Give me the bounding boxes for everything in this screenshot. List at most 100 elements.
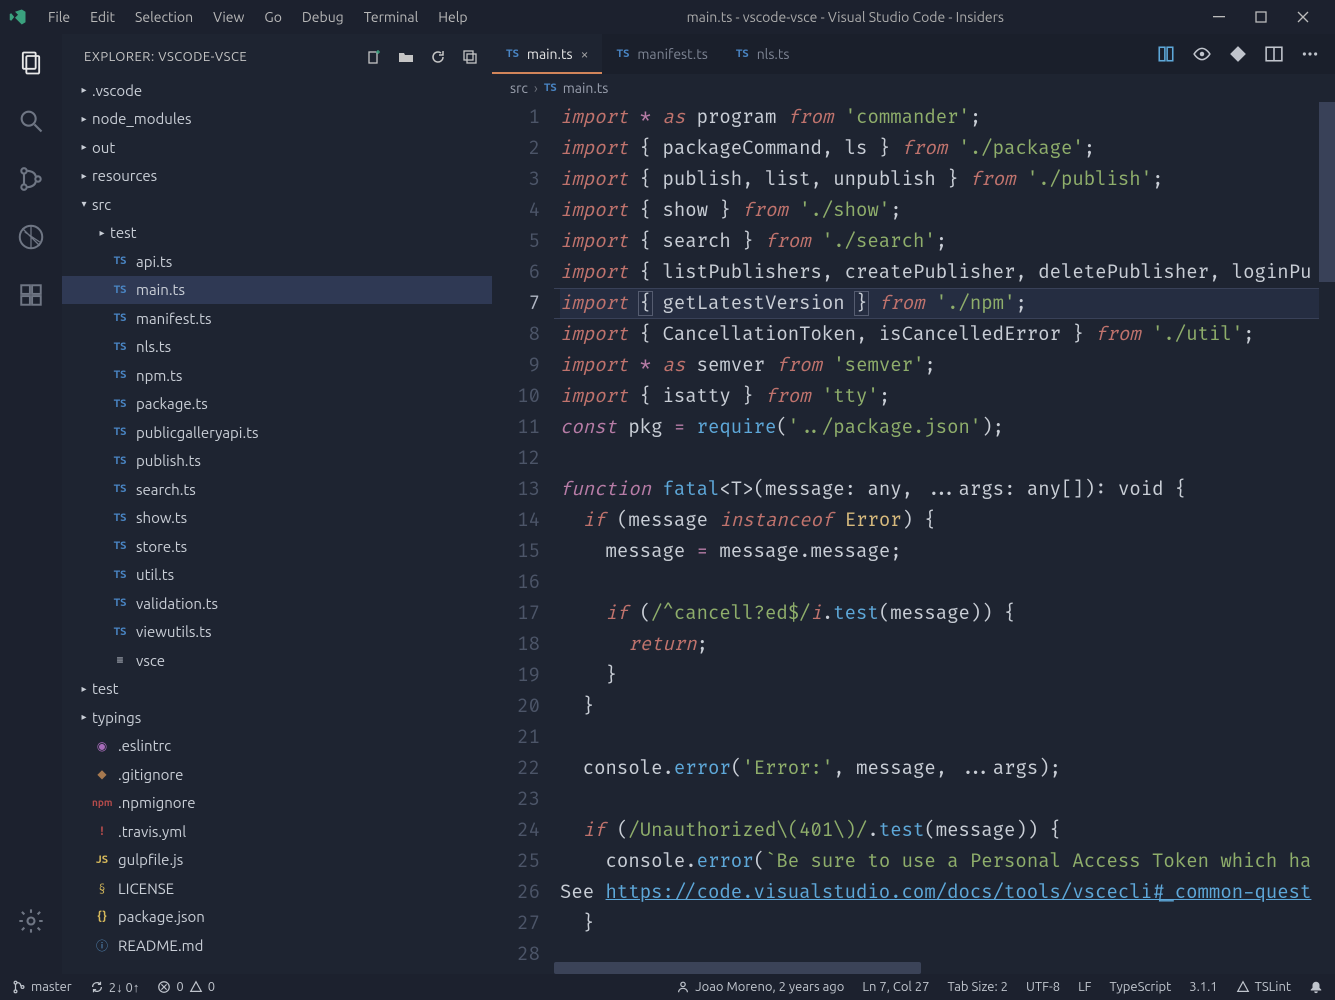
- code-content[interactable]: import * as program from 'commander';imp…: [554, 102, 1319, 974]
- explorer-icon[interactable]: [16, 48, 46, 78]
- git-branch[interactable]: master: [12, 980, 72, 994]
- folder-row[interactable]: ▸test: [62, 675, 492, 704]
- git-blame[interactable]: Joao Moreno, 2 years ago: [676, 980, 844, 994]
- sidebar-explorer: EXPLORER: VSCODE-VSCE ▸.vscode▸node_modu…: [62, 34, 492, 974]
- file-row[interactable]: TSviewutils.ts: [62, 618, 492, 647]
- minimap[interactable]: [1319, 102, 1335, 974]
- file-row[interactable]: JSgulpfile.js: [62, 846, 492, 875]
- tab-label: main.ts: [527, 46, 573, 62]
- breadcrumb-segment[interactable]: main.ts: [563, 80, 609, 96]
- file-row[interactable]: TSstore.ts: [62, 532, 492, 561]
- file-row[interactable]: TSpackage.ts: [62, 390, 492, 419]
- file-name: manifest.ts: [136, 310, 212, 327]
- debug-icon[interactable]: [16, 222, 46, 252]
- file-row[interactable]: !.travis.yml: [62, 817, 492, 846]
- folder-row[interactable]: ▸resources: [62, 162, 492, 191]
- editor-body[interactable]: 1234567891011121314151617181920212223242…: [492, 102, 1335, 974]
- file-name: publicgalleryapi.ts: [136, 424, 259, 441]
- more-actions-icon[interactable]: [1301, 45, 1319, 63]
- collapse-all-icon[interactable]: [462, 49, 478, 65]
- folder-row[interactable]: ▸.vscode: [62, 76, 492, 105]
- file-row[interactable]: TSapi.ts: [62, 247, 492, 276]
- folder-name: node_modules: [92, 110, 192, 127]
- tab-size[interactable]: Tab Size: 2: [947, 980, 1008, 994]
- file-row[interactable]: ◆.gitignore: [62, 760, 492, 789]
- refresh-icon[interactable]: [430, 49, 446, 65]
- vscode-logo: [8, 7, 28, 27]
- encoding[interactable]: UTF-8: [1026, 980, 1060, 994]
- folder-row[interactable]: ▸typings: [62, 703, 492, 732]
- file-row[interactable]: TSmanifest.ts: [62, 304, 492, 333]
- folder-name: src: [92, 196, 111, 213]
- notifications-bell-icon[interactable]: [1309, 980, 1323, 994]
- ts-version[interactable]: 3.1.1: [1189, 980, 1217, 994]
- minimize-button[interactable]: [1213, 11, 1231, 23]
- menu-file[interactable]: File: [38, 3, 80, 31]
- problems[interactable]: 0 0: [157, 980, 215, 994]
- split-editor-icon[interactable]: [1265, 45, 1283, 63]
- menu-help[interactable]: Help: [428, 3, 477, 31]
- folder-row[interactable]: ▸test: [62, 219, 492, 248]
- menu-debug[interactable]: Debug: [292, 3, 354, 31]
- file-row[interactable]: TSpublicgalleryapi.ts: [62, 418, 492, 447]
- tab-close-icon[interactable]: ×: [581, 46, 589, 62]
- folder-name: out: [92, 139, 115, 156]
- tab-nls-ts[interactable]: TS nls.ts: [722, 34, 804, 74]
- eol[interactable]: LF: [1078, 980, 1091, 994]
- file-row[interactable]: TSmain.ts: [62, 276, 492, 305]
- folder-name: .vscode: [92, 82, 142, 99]
- file-name: .gitignore: [118, 766, 183, 783]
- breadcrumb[interactable]: src › TS main.ts: [492, 74, 1335, 102]
- file-row[interactable]: TSsearch.ts: [62, 475, 492, 504]
- run-icon[interactable]: [1229, 45, 1247, 63]
- maximize-button[interactable]: [1255, 11, 1273, 23]
- file-row[interactable]: {}package.json: [62, 903, 492, 932]
- statusbar: master 2↓ 0↑ 0 0 Joao Moreno, 2 years ag…: [0, 974, 1335, 1000]
- file-row[interactable]: TSnpm.ts: [62, 361, 492, 390]
- file-row[interactable]: npm.npmignore: [62, 789, 492, 818]
- new-folder-icon[interactable]: [398, 49, 414, 65]
- folder-name: resources: [92, 167, 157, 184]
- file-row[interactable]: ≡vsce: [62, 646, 492, 675]
- toggle-view-icon[interactable]: [1193, 45, 1211, 63]
- file-row[interactable]: §LICENSE: [62, 874, 492, 903]
- file-row[interactable]: TSnls.ts: [62, 333, 492, 362]
- file-row[interactable]: TSvalidation.ts: [62, 589, 492, 618]
- twisty-icon: ▸: [76, 141, 92, 153]
- folder-row[interactable]: ▸out: [62, 133, 492, 162]
- explorer-header: EXPLORER: VSCODE-VSCE: [62, 38, 492, 76]
- folder-row[interactable]: ▸node_modules: [62, 105, 492, 134]
- search-icon[interactable]: [16, 106, 46, 136]
- menu-view[interactable]: View: [203, 3, 254, 31]
- horizontal-scrollbar[interactable]: [554, 962, 1319, 974]
- menu-selection[interactable]: Selection: [125, 3, 203, 31]
- compare-changes-icon[interactable]: [1157, 45, 1175, 63]
- settings-gear-icon[interactable]: [16, 906, 46, 936]
- tslint-status[interactable]: TSLint: [1236, 980, 1291, 994]
- menu-go[interactable]: Go: [254, 3, 291, 31]
- cursor-position[interactable]: Ln 7, Col 27: [862, 980, 929, 994]
- tab-manifest-ts[interactable]: TS manifest.ts: [602, 34, 721, 74]
- file-row[interactable]: TSpublish.ts: [62, 447, 492, 476]
- folder-row[interactable]: ▾src: [62, 190, 492, 219]
- menu-terminal[interactable]: Terminal: [354, 3, 429, 31]
- tab-main-ts[interactable]: TS main.ts ×: [492, 34, 602, 74]
- twisty-icon: ▸: [76, 170, 92, 182]
- source-control-icon[interactable]: [16, 164, 46, 194]
- file-row[interactable]: TSutil.ts: [62, 561, 492, 590]
- file-row[interactable]: ⓘREADME.md: [62, 931, 492, 960]
- close-button[interactable]: [1297, 11, 1315, 23]
- file-name: package.ts: [136, 395, 208, 412]
- extensions-icon[interactable]: [16, 280, 46, 310]
- language-mode[interactable]: TypeScript: [1110, 980, 1172, 994]
- menu-edit[interactable]: Edit: [80, 3, 125, 31]
- file-row[interactable]: TSshow.ts: [62, 504, 492, 533]
- file-row[interactable]: ◉.eslintrc: [62, 732, 492, 761]
- breadcrumb-segment[interactable]: src: [510, 80, 528, 96]
- scrollbar-thumb[interactable]: [554, 962, 921, 974]
- folder-name: test: [110, 224, 137, 241]
- lint-text: TSLint: [1255, 980, 1291, 994]
- file-tree[interactable]: ▸.vscode▸node_modules▸out▸resources▾src▸…: [62, 76, 492, 974]
- git-sync[interactable]: 2↓ 0↑: [90, 980, 140, 995]
- new-file-icon[interactable]: [366, 49, 382, 65]
